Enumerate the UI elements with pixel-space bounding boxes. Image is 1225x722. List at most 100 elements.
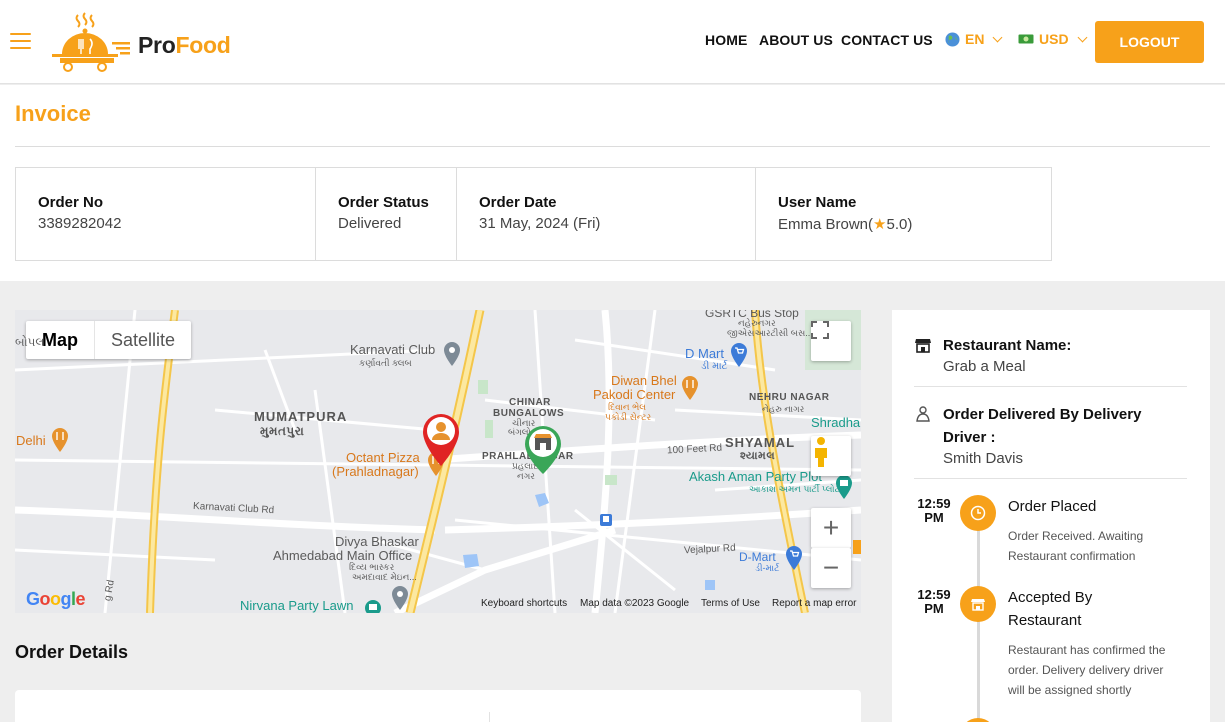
map-label-karnavati-club-gu: કર્ણાવતી ક્લબ [359, 358, 412, 368]
map-label-divya-bhaskar: Divya Bhaskar [335, 534, 419, 549]
driver-name-value: Smith Davis [943, 450, 1024, 467]
nav-contact-link[interactable]: CONTACT US [841, 32, 933, 48]
zoom-out-button[interactable]: − [811, 548, 851, 588]
timeline-description: Order Received. Awaiting Restaurant confi… [1008, 529, 1144, 563]
map-label-shyamal: SHYAMAL [725, 435, 796, 450]
map-label-pakodi-center: Pakodi Center [593, 387, 676, 402]
restaurant-location-pin-icon[interactable] [523, 424, 563, 476]
nav-about-link[interactable]: ABOUT US [759, 32, 833, 48]
order-details-heading: Order Details [15, 642, 129, 662]
user-name-value: Emma Brown(★5.0) [778, 216, 913, 233]
map-type-satellite-button[interactable]: Satellite [95, 321, 191, 359]
restaurant-name-label: Restaurant Name: [943, 337, 1072, 354]
restaurant-poi-icon[interactable] [51, 428, 69, 452]
divider [914, 386, 1187, 387]
restaurant-name-value: Grab a Meal [943, 358, 1026, 375]
timeline-description: Restaurant has confirmed the order. Deliv… [1008, 643, 1166, 697]
map-label-delhi: Delhi [16, 433, 46, 448]
nav-home-link[interactable]: HOME [705, 32, 747, 48]
google-logo: Google [26, 589, 86, 609]
money-icon [1018, 34, 1034, 44]
invoice-info-table: Order No 3389282042 Order Status Deliver… [15, 167, 1052, 261]
party-lawn-poi-icon[interactable] [364, 599, 382, 613]
terms-of-use-link[interactable]: Terms of Use [701, 598, 760, 609]
fullscreen-icon [811, 321, 829, 339]
hamburger-menu-icon[interactable] [10, 33, 31, 49]
map-label-bopal: બોપલ [15, 335, 45, 349]
map-label-shyamal-gu: શ્યામલ [740, 450, 776, 462]
order-no-value: 3389282042 [38, 215, 122, 232]
report-map-error-link[interactable]: Report a map error [772, 598, 856, 609]
pegman-icon [815, 437, 827, 467]
order-date-cell: Order Date 31 May, 2024 (Fri) [457, 168, 756, 260]
map-label-d-mart-vejalpur-gu: ડી-માર્ટ [755, 563, 780, 573]
order-no-cell: Order No 3389282042 [16, 168, 316, 260]
food-cart-logo-icon [52, 12, 130, 72]
map-label-diwan-bhel: Diwan Bhel [611, 373, 677, 388]
map-label-gsrtc-gu-2: જીએસઆરટીસી બસ... [727, 328, 813, 338]
restaurant-icon [971, 599, 985, 611]
chevron-down-icon [993, 32, 1003, 43]
map-label-nirvana-party-lawn: Nirvana Party Lawn [240, 598, 354, 613]
language-value: EN [965, 31, 985, 47]
street-view-button[interactable] [811, 436, 851, 476]
timeline-title: Accepted By Restaurant [1008, 589, 1093, 629]
minus-icon: − [822, 552, 840, 583]
delivery-driver-icon [916, 406, 930, 422]
restaurant-poi-icon[interactable] [681, 376, 699, 400]
map-type-control: Map Satellite [26, 321, 192, 359]
poi-pin-icon[interactable] [391, 586, 409, 610]
clock-icon [970, 505, 986, 521]
map-label-nehru-nagar-gu: નેહરુ નાગર [762, 404, 805, 414]
order-status-cell: Order Status Delivered [316, 168, 457, 260]
order-no-label: Order No [38, 194, 104, 211]
shopping-cart-icon[interactable] [785, 546, 803, 570]
divider [15, 146, 1210, 147]
page-title: Invoice [15, 101, 91, 126]
metro-station-icon[interactable] [599, 513, 613, 527]
shopping-cart-icon[interactable] [730, 343, 748, 367]
map-label-d-mart-gu: ડી માર્ટ [701, 361, 728, 372]
map-label-d-mart: D Mart [685, 346, 724, 361]
delivery-map[interactable]: Map Satellite Karnavati Club કર્ણાવતી ક્… [15, 310, 861, 613]
currency-value: USD [1039, 31, 1069, 47]
order-date-label: Order Date [479, 194, 557, 211]
map-label-ahmedabad-main-office: Ahmedabad Main Office [273, 548, 413, 563]
top-header: ProFood HOME ABOUT US CONTACT US EN USD … [0, 0, 1225, 84]
brand-logo[interactable]: ProFood [50, 12, 240, 72]
customer-location-pin-icon[interactable] [421, 412, 461, 468]
order-status-label: Order Status [338, 194, 429, 211]
divider [914, 478, 1187, 479]
party-plot-poi-icon[interactable] [835, 475, 853, 499]
timeline-title: Order Placed [1008, 498, 1097, 515]
order-date-value: 31 May, 2024 (Fri) [479, 215, 601, 232]
globe-icon [945, 31, 960, 47]
poi-pin-icon[interactable] [443, 342, 461, 366]
keyboard-shortcuts-link[interactable]: Keyboard shortcuts [481, 598, 567, 609]
map-label-akash-aman-gu: આકાશ અમન પાર્ટી પ્લોટ [749, 484, 840, 494]
timeline-clock-icon [960, 495, 996, 531]
currency-selector[interactable]: USD [1018, 31, 1088, 47]
logout-button[interactable]: LOGOUT [1095, 21, 1204, 63]
map-label-ahmedabad-main-office-gu: અમદાવાદ મેઇન... [352, 572, 417, 582]
order-status-value: Delivered [338, 215, 402, 232]
timeline-time: 12:59 PM [917, 496, 951, 525]
invoice-section: Invoice Order No 3389282042 Order Status… [0, 85, 1225, 281]
timeline-time: 12:59 PM [917, 587, 951, 616]
map-label-nehru-nagar: NEHRU NAGAR [749, 392, 830, 403]
map-label-karnavati-club: Karnavati Club [350, 342, 436, 357]
map-label-akash-aman: Akash Aman Party Plot [689, 469, 822, 484]
map-label-octant-pizza-sub: (Prahladnagar) [332, 464, 419, 479]
zoom-in-button[interactable]: + [811, 508, 851, 548]
map-label-chinar: CHINAR [509, 397, 551, 408]
order-info-panel: Restaurant Name: Grab a Meal Order Deliv… [892, 310, 1210, 722]
map-label-pakodi-center-gu: પકોડી સેન્ટર [605, 412, 652, 422]
map-label-mumatpura: MUMATPURA [254, 409, 348, 424]
language-selector[interactable]: EN [945, 31, 1003, 47]
map-data-credit: Map data ©2023 Google [580, 598, 690, 609]
fullscreen-button[interactable] [811, 321, 851, 361]
user-name-cell: User Name Emma Brown(★5.0) [756, 168, 1051, 260]
order-details-card [15, 690, 861, 722]
divider [489, 712, 490, 722]
brand-name: ProFood [138, 32, 231, 58]
